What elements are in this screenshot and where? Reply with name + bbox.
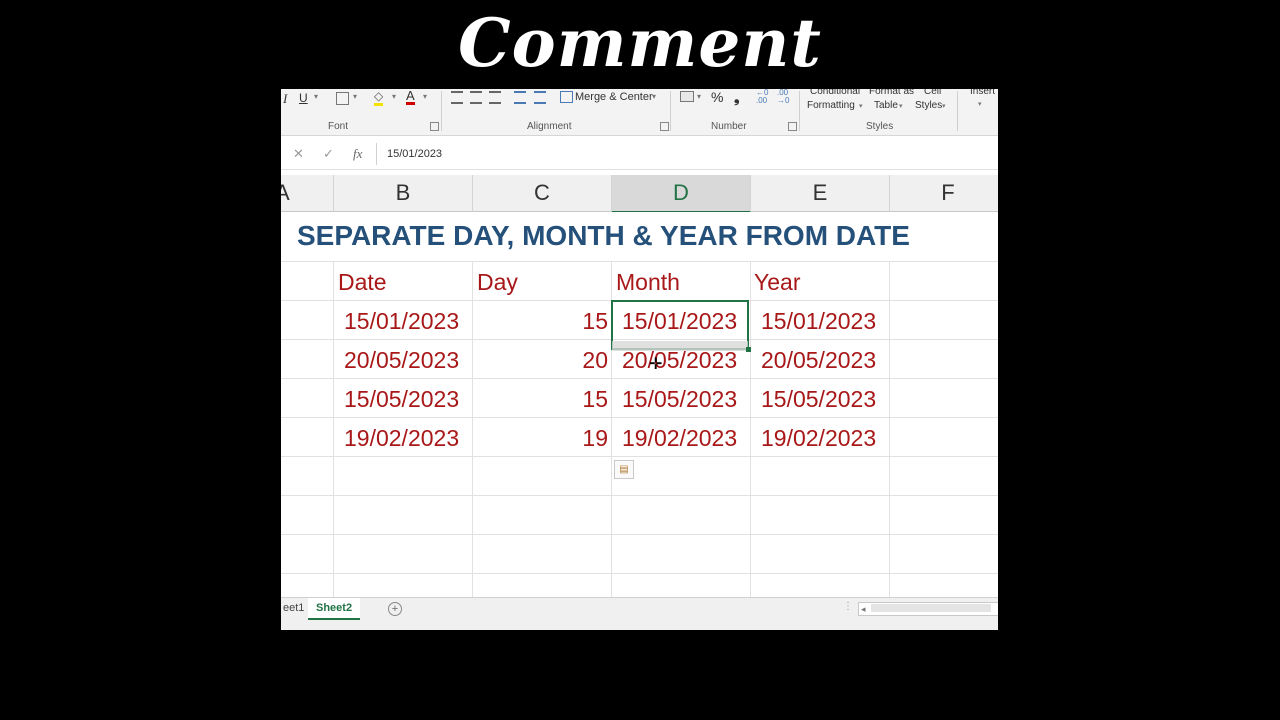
cell-date[interactable]: 20/05/2023 (344, 341, 459, 379)
status-bar (281, 620, 998, 630)
font-color-button[interactable]: A (406, 89, 415, 105)
cell-year[interactable]: 15/01/2023 (761, 302, 876, 340)
dialog-launcher-icon[interactable] (660, 122, 669, 131)
cell-year[interactable]: 15/05/2023 (761, 380, 876, 418)
group-label-alignment: Alignment (527, 121, 572, 132)
cell-month[interactable]: 15/05/2023 (622, 380, 737, 418)
chevron-down-icon: ▾ (942, 103, 946, 110)
cancel-icon[interactable]: ✕ (293, 146, 304, 162)
splitter-icon[interactable]: ⋮ (843, 601, 853, 612)
increase-decimal-icon[interactable]: ←0.00 (756, 89, 768, 105)
paste-options-icon[interactable]: ▤ (614, 460, 634, 479)
underline-button[interactable]: U (299, 91, 308, 105)
cell-month[interactable]: 19/02/2023 (622, 419, 737, 457)
enter-icon[interactable]: ✓ (323, 146, 334, 162)
sheet-tab-bar: eet1 Sheet2 + ⋮ ◂ (281, 597, 998, 620)
column-header-a[interactable]: A (281, 175, 334, 212)
header-date[interactable]: Date (338, 263, 387, 301)
merge-center-button[interactable]: Merge & Center (575, 91, 653, 103)
decrease-decimal-icon[interactable]: .00 →0 (777, 89, 789, 105)
cell-year[interactable]: 20/05/2023 (761, 341, 876, 379)
cell-date[interactable]: 15/01/2023 (344, 302, 459, 340)
column-header-e[interactable]: E (751, 175, 890, 212)
chevron-down-icon[interactable]: ▾ (652, 92, 656, 101)
percent-button[interactable]: % (711, 89, 723, 105)
header-month[interactable]: Month (616, 263, 680, 301)
cell-day[interactable]: 20 (473, 341, 608, 379)
column-header-f[interactable]: F (890, 175, 998, 212)
divider (441, 91, 442, 131)
scroll-left-icon[interactable]: ◂ (861, 603, 866, 615)
cell-day[interactable]: 19 (473, 419, 608, 457)
sheet-title[interactable]: SEPARATE DAY, MONTH & YEAR FROM DATE (297, 220, 910, 252)
conditional-formatting-label[interactable]: Conditional (810, 89, 860, 97)
increase-indent-icon[interactable] (534, 91, 546, 104)
ribbon: I U ▾ ▾ ◇ ▾ A ▾ Merge & Center ▾ ▾ % ❟ ←… (281, 89, 998, 136)
cell-date[interactable]: 19/02/2023 (344, 419, 459, 457)
group-label-styles: Styles (866, 121, 894, 132)
chevron-down-icon: ▾ (392, 92, 397, 101)
header-day[interactable]: Day (477, 263, 518, 301)
excel-window: I U ▾ ▾ ◇ ▾ A ▾ Merge & Center ▾ ▾ % ❟ ←… (281, 89, 998, 630)
column-header-b[interactable]: B (334, 175, 473, 212)
fill-handle[interactable] (746, 347, 751, 352)
borders-icon[interactable] (336, 92, 349, 105)
accounting-format-icon[interactable] (680, 91, 694, 102)
gridline (281, 261, 998, 262)
italic-button[interactable]: I (283, 91, 287, 107)
chevron-down-icon[interactable]: ▾ (314, 92, 318, 101)
insert-button[interactable]: Insert (970, 89, 995, 97)
chevron-down-icon: ▾ (978, 101, 982, 108)
gridline (281, 573, 998, 574)
chevron-down-icon: ▾ (423, 92, 428, 101)
fill-color-icon[interactable]: ◇ (374, 89, 384, 106)
drag-highlight (612, 341, 748, 351)
overlay-title: Comment (458, 4, 822, 82)
gridline (281, 534, 998, 535)
formula-input[interactable]: 15/01/2023 (376, 143, 998, 165)
gridline (750, 262, 751, 597)
worksheet-grid[interactable]: SEPARATE DAY, MONTH & YEAR FROM DATE Dat… (281, 212, 998, 597)
chevron-down-icon: ▾ (697, 92, 702, 101)
chevron-down-icon: ▾ (859, 103, 863, 110)
formula-bar: ✕ ✓ fx 15/01/2023 (281, 139, 998, 170)
align-center-icon[interactable] (470, 91, 482, 104)
tab-sheet2[interactable]: Sheet2 (308, 598, 361, 620)
align-left-icon[interactable] (451, 91, 463, 104)
cell-styles-label[interactable]: Cell (924, 89, 941, 97)
column-header-d[interactable]: D (612, 175, 751, 213)
gridline (333, 262, 334, 597)
divider (799, 91, 800, 131)
column-header-c[interactable]: C (473, 175, 612, 212)
scroll-thumb[interactable] (871, 604, 991, 612)
cell-day[interactable]: 15 (473, 380, 608, 418)
dialog-launcher-icon[interactable] (788, 122, 797, 131)
format-as-table-label[interactable]: Format as (869, 89, 914, 97)
group-label-number: Number (711, 121, 747, 132)
cell-styles-button[interactable]: Styles (915, 100, 942, 111)
cell-year[interactable]: 19/02/2023 (761, 419, 876, 457)
comma-style-button[interactable]: ❟ (734, 89, 740, 106)
merge-icon[interactable] (560, 91, 573, 103)
dialog-launcher-icon[interactable] (430, 122, 439, 131)
cell-day[interactable]: 15 (473, 302, 608, 340)
header-year[interactable]: Year (754, 263, 800, 301)
move-cursor-icon: ✛ (649, 356, 663, 373)
chevron-down-icon: ▾ (353, 92, 358, 101)
gridline (281, 495, 998, 496)
add-sheet-icon[interactable]: + (388, 602, 402, 616)
cell-date[interactable]: 15/05/2023 (344, 380, 459, 418)
conditional-formatting-button[interactable]: Formatting (807, 100, 855, 111)
horizontal-scrollbar[interactable]: ◂ (858, 602, 998, 616)
divider (670, 91, 671, 131)
chevron-down-icon: ▾ (899, 103, 903, 110)
divider (957, 91, 958, 131)
format-as-table-button[interactable]: Table (874, 100, 898, 111)
insert-function-icon[interactable]: fx (353, 146, 362, 162)
align-right-icon[interactable] (489, 91, 501, 104)
gridline (889, 262, 890, 597)
decrease-indent-icon[interactable] (514, 91, 526, 104)
group-label-font: Font (328, 121, 349, 132)
